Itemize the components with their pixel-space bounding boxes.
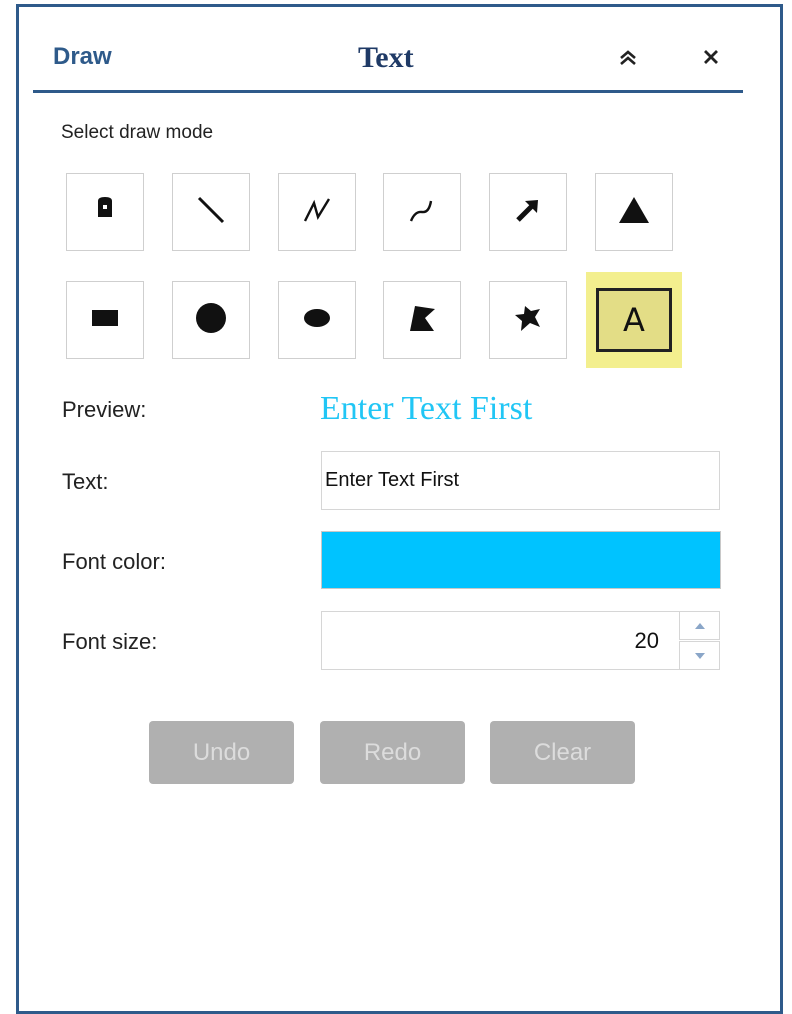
tool-line[interactable] [172, 173, 250, 251]
preview-label: Preview: [62, 397, 147, 422]
font-size-label: Font size: [62, 629, 158, 654]
caret-down-icon [694, 647, 706, 665]
tool-freehand-polyline[interactable] [383, 173, 461, 251]
tool-text[interactable]: A [586, 272, 682, 368]
font-size-increment[interactable] [679, 611, 720, 640]
triangle-icon [617, 195, 651, 230]
font-color-label: Font color: [62, 549, 166, 574]
font-size-decrement[interactable] [679, 641, 720, 670]
tool-arrow[interactable] [489, 173, 567, 251]
map-pin-icon [94, 196, 116, 228]
line-icon [196, 195, 226, 230]
polyline-icon [302, 195, 332, 230]
freehand-polygon-icon [513, 303, 543, 338]
clear-button[interactable]: Clear [490, 721, 635, 784]
arrow-icon [513, 195, 543, 230]
double-chevron-up-icon[interactable] [613, 40, 643, 74]
panel-header: Draw Text [33, 38, 743, 93]
text-field[interactable] [321, 451, 720, 510]
caret-up-icon [694, 617, 706, 635]
tool-circle[interactable] [172, 281, 250, 359]
tool-polyline[interactable] [278, 173, 356, 251]
current-mode-title: Text [358, 41, 414, 74]
ellipse-icon [303, 308, 331, 333]
rectangle-icon [92, 309, 118, 331]
panel-title: Draw [53, 43, 112, 70]
tool-rectangle[interactable] [66, 281, 144, 359]
undo-button[interactable]: Undo [149, 721, 294, 784]
circle-icon [195, 302, 227, 339]
tool-polygon[interactable] [383, 281, 461, 359]
freehand-line-icon [407, 195, 437, 230]
font-color-picker[interactable] [321, 531, 721, 589]
polygon-icon [407, 303, 437, 338]
redo-button[interactable]: Redo [320, 721, 465, 784]
text-label: Text: [62, 469, 109, 494]
select-draw-mode-label: Select draw mode [61, 122, 214, 143]
preview-text: Enter Text First [320, 390, 533, 427]
tool-point[interactable] [66, 173, 144, 251]
tool-freehand-polygon[interactable] [489, 281, 567, 359]
close-icon[interactable] [696, 40, 726, 74]
tool-ellipse[interactable] [278, 281, 356, 359]
text-icon: A [596, 288, 672, 352]
font-size-input[interactable] [321, 611, 679, 670]
tool-triangle[interactable] [595, 173, 673, 251]
